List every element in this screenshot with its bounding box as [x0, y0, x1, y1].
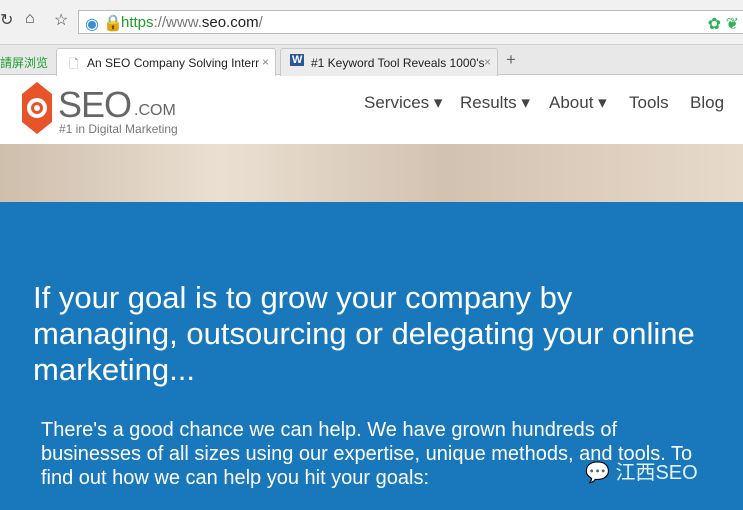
- page-icon: 🗋: [69, 57, 79, 71]
- nav-services[interactable]: Services ▾: [364, 93, 442, 113]
- logo[interactable]: SEO .COM #1 in Digital Marketing: [22, 82, 192, 140]
- tagline: #1 in Digital Marketing: [59, 122, 178, 136]
- address-bar-area: ↻ ⌂ ☆ ◉ 🔒 https://www.seo.com/ ✿ ❦: [0, 0, 743, 45]
- close-tab-icon[interactable]: ×: [484, 55, 491, 69]
- url-scheme: https: [121, 14, 154, 31]
- home-icon[interactable]: ⌂: [25, 10, 35, 28]
- tab-active[interactable]: 🗋 An SEO Company Solving Interr ×: [56, 48, 276, 76]
- nav-tools[interactable]: Tools: [629, 93, 669, 113]
- tab-title: An SEO Company Solving Interr: [87, 56, 260, 70]
- word-icon: W: [290, 54, 305, 66]
- city-banner-image: [0, 144, 743, 202]
- leaf-ext-icon[interactable]: ❦: [726, 14, 739, 34]
- tab-strip: 請屏浏览 🗋 An SEO Company Solving Interr × W…: [0, 45, 743, 76]
- watermark-text: 江西SEO: [615, 462, 698, 484]
- refresh-ext-icon[interactable]: ✿: [708, 14, 721, 34]
- tab-keyword-tool[interactable]: W #1 Keyword Tool Reveals 1000's ×: [280, 48, 498, 76]
- logo-suffix: .COM: [134, 102, 176, 119]
- tab-title: #1 Keyword Tool Reveals 1000's: [311, 56, 485, 70]
- nav-blog[interactable]: Blog: [690, 93, 724, 113]
- logo-text: SEO: [58, 84, 132, 125]
- url-tail: /: [258, 14, 263, 31]
- target-logo-icon: [22, 82, 52, 134]
- hero-headline: If your goal is to grow your company by …: [33, 280, 695, 387]
- reload-icon[interactable]: ↻: [0, 10, 13, 30]
- new-tab-button[interactable]: +: [506, 50, 516, 70]
- side-tab-label[interactable]: 請屏浏览: [0, 54, 48, 71]
- lock-icon: 🔒: [103, 15, 123, 32]
- nav-results[interactable]: Results ▾: [460, 93, 530, 113]
- url-input[interactable]: ◉ 🔒 https://www.seo.com/ ✿ ❦: [78, 10, 743, 34]
- bookmark-star-icon[interactable]: ☆: [54, 10, 68, 30]
- url-host: seo.com: [201, 14, 259, 31]
- watermark: 💬 江西SEO: [585, 456, 698, 485]
- close-tab-icon[interactable]: ×: [262, 55, 269, 69]
- url-sep: ://www.: [153, 14, 202, 31]
- site-info-icon: ◉: [85, 16, 99, 33]
- nav-about[interactable]: About ▾: [549, 93, 607, 113]
- wechat-icon: 💬: [585, 462, 610, 484]
